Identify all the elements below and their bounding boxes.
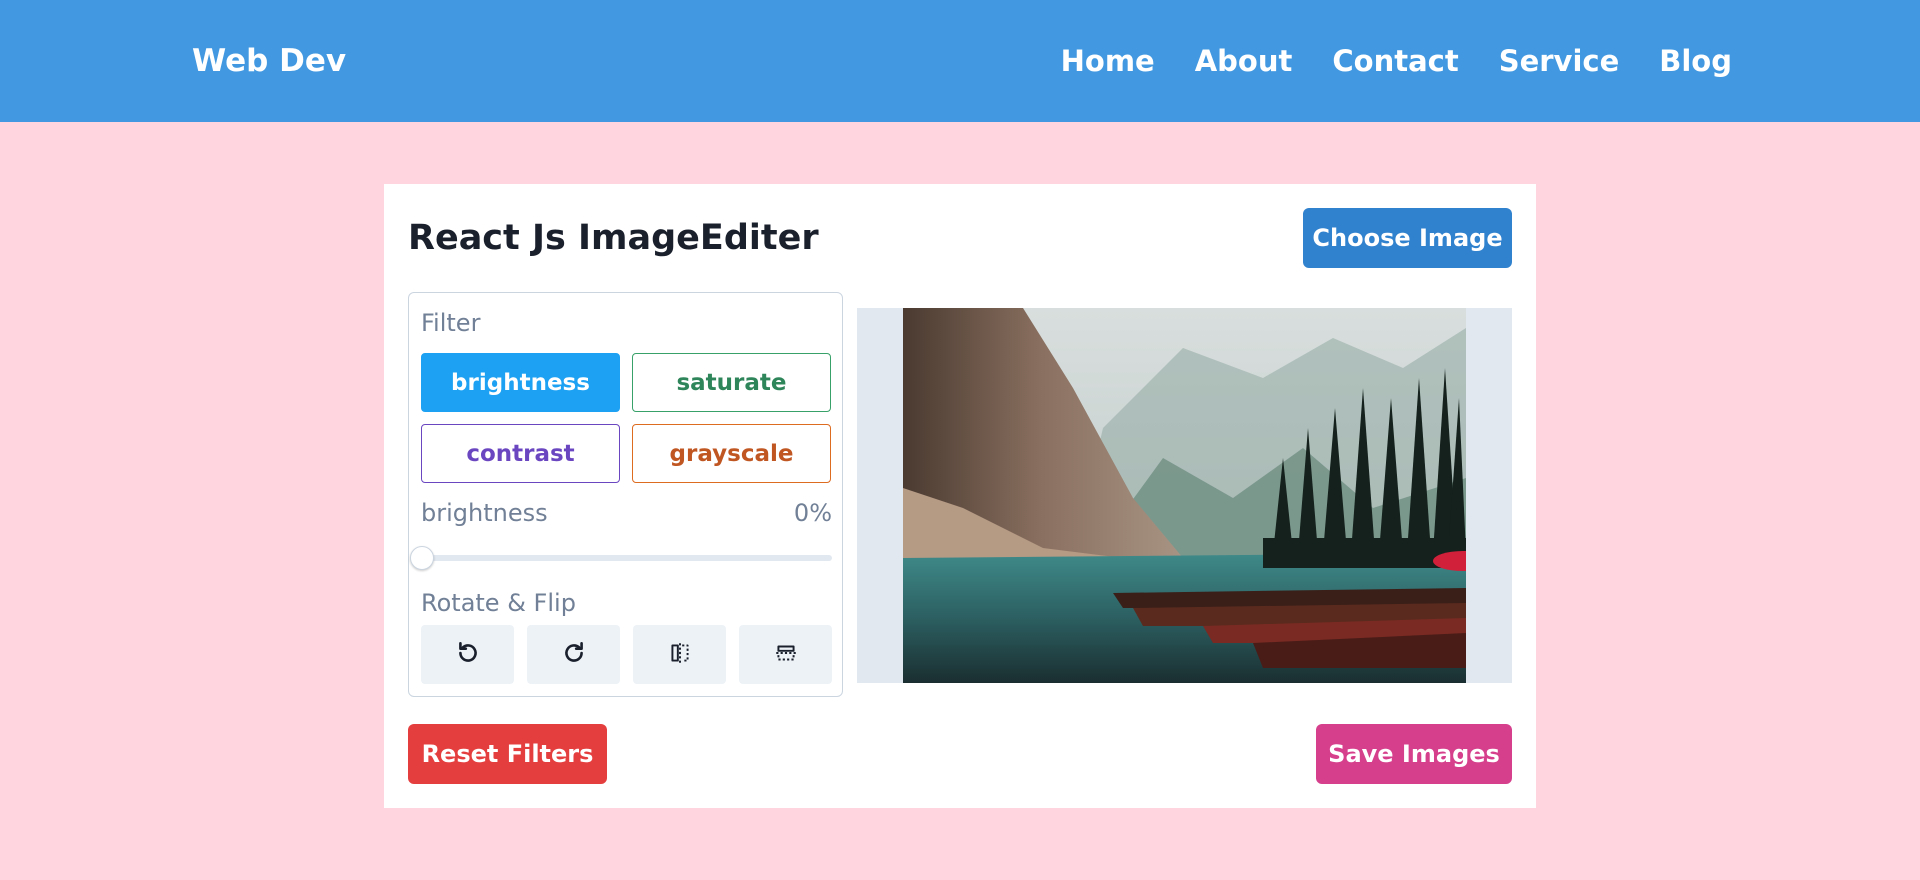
slider-info: brightness 0%	[421, 499, 832, 527]
filter-grayscale-button[interactable]: grayscale	[632, 424, 831, 483]
preview-image	[903, 308, 1466, 683]
page-title: React Js ImageEditer	[408, 218, 819, 258]
rotate-flip-buttons	[421, 625, 832, 684]
flip-horizontal-icon	[667, 640, 693, 669]
image-editor-card: React Js ImageEditer Choose Image Filter…	[384, 184, 1536, 808]
slider-name: brightness	[421, 499, 548, 527]
rotate-left-icon	[455, 640, 481, 669]
filter-buttons: brightness saturate contrast grayscale	[421, 353, 832, 483]
slider-value: 0%	[793, 499, 832, 527]
choose-image-button[interactable]: Choose Image	[1303, 208, 1512, 268]
rotate-right-button[interactable]	[527, 625, 620, 684]
filter-brightness-button[interactable]: brightness	[421, 353, 620, 412]
rotate-flip-label: Rotate & Flip	[421, 589, 576, 617]
nav-link-contact[interactable]: Contact	[1332, 44, 1458, 78]
filter-contrast-button[interactable]: contrast	[421, 424, 620, 483]
image-preview	[857, 308, 1512, 683]
rotate-right-icon	[561, 640, 587, 669]
nav-link-service[interactable]: Service	[1499, 44, 1620, 78]
navbar: Web Dev Home About Contact Service Blog	[0, 0, 1920, 122]
flip-vertical-button[interactable]	[739, 625, 832, 684]
nav-links: Home About Contact Service Blog	[1061, 44, 1732, 78]
flip-horizontal-button[interactable]	[633, 625, 726, 684]
brightness-slider[interactable]	[410, 546, 832, 570]
brand-logo[interactable]: Web Dev	[192, 43, 346, 79]
slider-thumb[interactable]	[410, 546, 434, 570]
save-images-button[interactable]: Save Images	[1316, 724, 1512, 784]
rotate-left-button[interactable]	[421, 625, 514, 684]
nav-link-blog[interactable]: Blog	[1659, 44, 1732, 78]
nav-link-home[interactable]: Home	[1061, 44, 1155, 78]
filter-saturate-button[interactable]: saturate	[632, 353, 831, 412]
reset-filters-button[interactable]: Reset Filters	[408, 724, 607, 784]
nav-link-about[interactable]: About	[1195, 44, 1293, 78]
filter-label: Filter	[421, 309, 481, 337]
flip-vertical-icon	[773, 640, 799, 669]
controls-panel: Filter brightness saturate contrast gray…	[408, 292, 843, 697]
